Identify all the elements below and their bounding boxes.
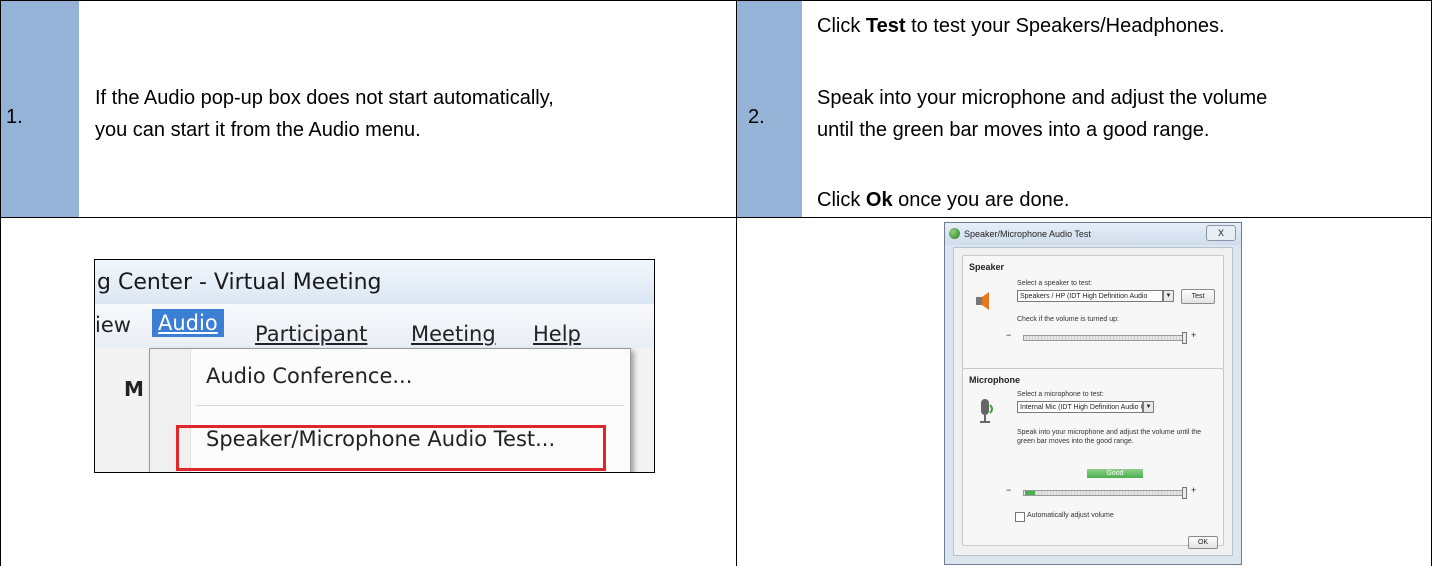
step-2-paragraph-2: Speak into your microphone and adjust th… [817,82,1267,146]
step-1-line-2: you can start it from the Audio menu. [95,119,421,141]
audio-dropdown-menu: Audio Conference... Speaker/Microphone A… [149,348,631,472]
window-title: g Center - Virtual Meeting [95,260,654,304]
microphone-select-label: Select a microphone to test: [1017,391,1104,398]
auto-adjust-label: Automatically adjust volume [1027,512,1114,519]
table-border-left [0,0,1,566]
microphone-volume-thumb[interactable] [1182,487,1187,499]
audio-menu-screenshot: g Center - Virtual Meeting iew Audio Par… [94,259,655,473]
microphone-group: Microphone Select a microphone to test: … [962,368,1224,546]
step-2-paragraph-3: Click Ok once you are done. [817,189,1070,211]
microphone-icon [980,399,993,423]
speaker-heading: Speaker [969,262,1005,272]
audio-test-dialog-screenshot: Speaker/Microphone Audio Test X Speaker … [944,222,1242,565]
microphone-instruction-line-2: green bar moves into the good range. [1017,438,1134,445]
speaker-volume-slider[interactable] [1023,335,1183,341]
microphone-select[interactable]: Internal Mic (IDT High Definition Audio … [1017,401,1143,413]
chevron-down-icon[interactable]: ▼ [1143,401,1154,413]
volume-check-label: Check if the volume is turned up: [1017,316,1119,323]
close-icon[interactable]: X [1206,225,1236,241]
step-2-line-1: Speak into your microphone and adjust th… [817,87,1268,109]
speaker-select[interactable]: Speakers / HP (IDT High Definition Audio [1017,290,1163,302]
table-border-center [736,0,737,566]
microphone-volume-slider[interactable] [1023,490,1183,496]
toolbar-partial-text: M [124,377,144,401]
step-2-number-cell [737,1,802,217]
speaker-group: Speaker Select a speaker to test: Speake… [962,255,1224,369]
table-border-middle [0,217,1432,218]
speaker-volume-plus: + [1191,330,1197,340]
menu-bar: iew Audio Participant Meeting Help [95,304,654,348]
microphone-volume-minus: − [1006,485,1012,495]
dialog-title: Speaker/Microphone Audio Test [964,229,1091,239]
dialog-body: Speaker Select a speaker to test: Speake… [953,247,1233,556]
microphone-instruction-line-1: Speak into your microphone and adjust th… [1017,429,1202,436]
audio-conference-menu-item[interactable]: Audio Conference... [206,364,412,388]
menu-audio[interactable]: Audio [152,309,224,337]
menu-view-partial[interactable]: iew [95,313,131,337]
speaker-select-label: Select a speaker to test: [1017,280,1093,287]
good-range-label: Good [1087,469,1143,478]
speaker-icon [976,292,989,310]
highlight-box [176,425,606,471]
step-1-line-1: If the Audio pop-up box does not start a… [95,87,554,109]
app-icon [949,228,960,239]
menu-separator [196,405,624,406]
ok-button[interactable]: OK [1188,536,1218,549]
chevron-down-icon[interactable]: ▼ [1163,290,1174,302]
speaker-volume-minus: − [1006,330,1012,340]
auto-adjust-checkbox[interactable] [1015,512,1025,522]
microphone-level-bar [1025,491,1035,495]
step-2-line-2: until the green bar moves into a good ra… [817,119,1210,141]
dialog-titlebar: Speaker/Microphone Audio Test X [945,223,1241,245]
step-2-paragraph-1: Click Test to test your Speakers/Headpho… [817,15,1225,37]
test-button[interactable]: Test [1181,289,1215,304]
step-1-number: 1. [6,106,23,128]
microphone-volume-plus: + [1191,485,1197,495]
step-1-text: If the Audio pop-up box does not start a… [95,82,554,146]
step-2-number: 2. [748,106,765,128]
microphone-heading: Microphone [969,375,1020,385]
table-border-top [0,0,1432,1]
speaker-volume-thumb[interactable] [1182,332,1187,344]
